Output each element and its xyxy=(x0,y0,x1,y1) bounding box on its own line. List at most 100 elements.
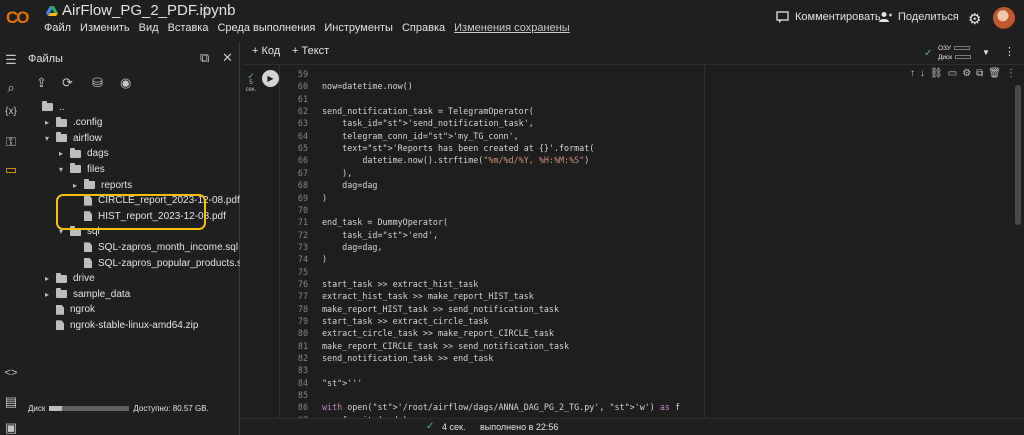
open-in-tab-icon[interactable]: ⧉ xyxy=(200,50,209,66)
expand-arrow-icon[interactable]: ▸ xyxy=(42,118,52,127)
add-text-button[interactable]: + Текст xyxy=(292,45,329,57)
cell-gutter: ✓ 5 сек. ▶ xyxy=(244,65,280,428)
settings-gear-icon[interactable]: ⚙ xyxy=(968,10,981,28)
line-number: 70 xyxy=(297,204,308,215)
code-line[interactable]: 79 start_task >> extract_circle_task xyxy=(282,315,489,327)
link-icon[interactable]: ⛓ xyxy=(930,68,943,79)
terminal-icon[interactable]: ▣ xyxy=(3,420,19,435)
move-up-icon[interactable]: ↑ xyxy=(910,68,915,79)
scrollbar[interactable] xyxy=(1012,65,1024,428)
left-rail: ☰ ⌕ {x} ⚿ ▭ <> ▤ ▣ xyxy=(0,42,22,435)
resources-indicator[interactable]: ✓ ОЗУ Диск xyxy=(924,44,990,62)
code-text: now=datetime.now() xyxy=(322,81,413,92)
expand-arrow-icon[interactable]: ▸ xyxy=(56,149,66,158)
code-line[interactable]: 83 xyxy=(282,364,322,376)
expand-arrow-icon[interactable]: ▸ xyxy=(42,274,52,283)
tree-folder[interactable]: .. xyxy=(28,99,65,115)
code-line[interactable]: 74) xyxy=(282,253,327,265)
mount-drive-icon[interactable]: ⛁ xyxy=(92,75,103,91)
code-line[interactable]: 75 xyxy=(282,266,322,278)
disk-usage: Диск Доступно: 80.57 GB. xyxy=(28,404,238,413)
command-palette-icon[interactable]: ▤ xyxy=(3,394,19,410)
tree-file[interactable]: ngrok-stable-linux-amd64.zip xyxy=(42,317,198,333)
show-hidden-eye-icon[interactable]: ◉ xyxy=(120,75,131,91)
tree-folder[interactable]: ▸ dags xyxy=(56,146,109,162)
code-line[interactable]: 71 end_task = DummyOperator( xyxy=(282,216,448,228)
expand-arrow-icon[interactable]: ▾ xyxy=(42,134,52,143)
user-avatar[interactable] xyxy=(993,7,1015,29)
search-icon[interactable]: ⌕ xyxy=(3,80,19,96)
close-icon[interactable]: ✕ xyxy=(222,50,233,66)
files-folder-icon[interactable]: ▭ xyxy=(3,162,19,178)
menu-view[interactable]: Вид xyxy=(139,22,159,34)
code-line[interactable]: 72 task_id="st">'end', xyxy=(282,229,438,241)
menu-edit[interactable]: Изменить xyxy=(80,22,130,34)
refresh-icon[interactable]: ⟳ xyxy=(62,75,73,91)
colab-logo[interactable]: CO xyxy=(6,8,36,28)
code-line[interactable]: 78 make_report_HIST_task >> send_notifica… xyxy=(282,303,559,315)
code-line[interactable]: 86 with open("st">'/root/airflow/dags/ANN… xyxy=(282,401,682,413)
comment-cell-icon[interactable]: ▭ xyxy=(948,68,957,79)
code-line[interactable]: 77 extract_hist_task >> make_report_HIST_… xyxy=(282,290,534,302)
menu-tools[interactable]: Инструменты xyxy=(324,22,393,34)
code-line[interactable]: 69) xyxy=(282,192,327,204)
variables-icon[interactable]: {x} xyxy=(3,106,19,122)
tree-folder[interactable]: ▾ files xyxy=(56,161,105,177)
code-line[interactable]: 59 xyxy=(282,68,322,80)
expand-arrow-icon[interactable]: ▾ xyxy=(56,165,66,174)
tree-folder[interactable]: ▸ drive xyxy=(42,271,95,287)
code-line[interactable]: 63 task_id="st">'send_notification_task'… xyxy=(282,117,534,129)
share-button[interactable]: Поделиться xyxy=(879,11,959,23)
expand-arrow-icon[interactable]: ▸ xyxy=(42,290,52,299)
code-line[interactable]: 76 start_task >> extract_hist_task xyxy=(282,278,478,290)
table-of-contents-icon[interactable]: ☰ xyxy=(3,52,19,68)
code-line[interactable]: 66 datetime.now().strftime("%m/%d/%Y, %H… xyxy=(282,154,589,166)
scrollbar-thumb[interactable] xyxy=(1015,85,1021,225)
code-line[interactable]: 68 dag=dag xyxy=(282,179,378,191)
line-number: 65 xyxy=(297,143,308,154)
code-line[interactable]: 64 telegram_conn_id="st">'my_TG_conn', xyxy=(282,130,519,142)
tree-folder[interactable]: ▸ .config xyxy=(42,115,102,131)
comment-button[interactable]: Комментировать xyxy=(776,11,881,23)
code-editor[interactable]: 59 60 now=datetime.now() 61 62 send_notificat… xyxy=(282,65,682,428)
delete-icon[interactable]: 🗑 xyxy=(988,68,1001,79)
tree-folder[interactable]: ▸ sample_data xyxy=(42,286,130,302)
run-cell-button[interactable]: ▶ xyxy=(262,70,279,87)
disk-available: Доступно: 80.57 GB. xyxy=(133,404,209,413)
code-line[interactable]: 67 ), xyxy=(282,167,352,179)
menu-insert[interactable]: Вставка xyxy=(168,22,209,34)
menu-help[interactable]: Справка xyxy=(402,22,445,34)
code-line[interactable]: 65 text="st">'Reports has been created a… xyxy=(282,142,594,154)
more-options-icon[interactable]: ⋮ xyxy=(1004,45,1015,58)
mirror-cell-icon[interactable]: ⧉ xyxy=(976,68,983,79)
star-icon[interactable]: ☆ xyxy=(200,2,213,19)
resources-dropdown-icon[interactable]: ▼ xyxy=(982,48,990,57)
tree-folder[interactable]: ▸ reports xyxy=(70,177,132,193)
code-line[interactable]: 61 xyxy=(282,93,322,105)
menu-file[interactable]: Файл xyxy=(44,22,71,34)
tree-file[interactable]: SQL-zapros_popular_products.sql xyxy=(70,255,250,271)
upload-file-icon[interactable]: ⇪ xyxy=(36,75,47,91)
tree-folder[interactable]: ▾ airflow xyxy=(42,130,102,146)
tree-file[interactable]: ngrok xyxy=(42,302,95,318)
code-cell[interactable]: ✓ 5 сек. ▶ 59 60 now=datetime.now() 61 62 sen… xyxy=(244,64,1024,428)
menu-runtime[interactable]: Среда выполнения xyxy=(217,22,315,34)
code-line[interactable]: 82 send_notification_task >> end_task xyxy=(282,352,494,364)
move-down-icon[interactable]: ↓ xyxy=(920,68,925,79)
code-line[interactable]: 70 xyxy=(282,204,322,216)
code-line[interactable]: 81 make_report_CIRCLE_task >> send_notifi… xyxy=(282,340,569,352)
code-snippets-icon[interactable]: <> xyxy=(3,367,19,383)
secrets-key-icon[interactable]: ⚿ xyxy=(3,134,19,150)
add-code-button[interactable]: + Код xyxy=(252,45,280,57)
code-line[interactable]: 84 "st">''' xyxy=(282,377,362,389)
code-text: start_task >> extract_hist_task xyxy=(322,278,479,289)
tree-file[interactable]: SQL-zapros_month_income.sql xyxy=(70,239,238,255)
code-line[interactable]: 62 send_notification_task = TelegramOpera… xyxy=(282,105,534,117)
code-line[interactable]: 80 extract_circle_task >> make_report_CIR… xyxy=(282,327,554,339)
expand-arrow-icon[interactable]: ▸ xyxy=(70,181,80,190)
save-status[interactable]: Изменения сохранены xyxy=(454,22,570,34)
code-line[interactable]: 73 dag=dag, xyxy=(282,241,383,253)
code-line[interactable]: 85 xyxy=(282,389,322,401)
cell-settings-icon[interactable]: ⚙ xyxy=(962,68,971,79)
code-line[interactable]: 60 now=datetime.now() xyxy=(282,80,413,92)
